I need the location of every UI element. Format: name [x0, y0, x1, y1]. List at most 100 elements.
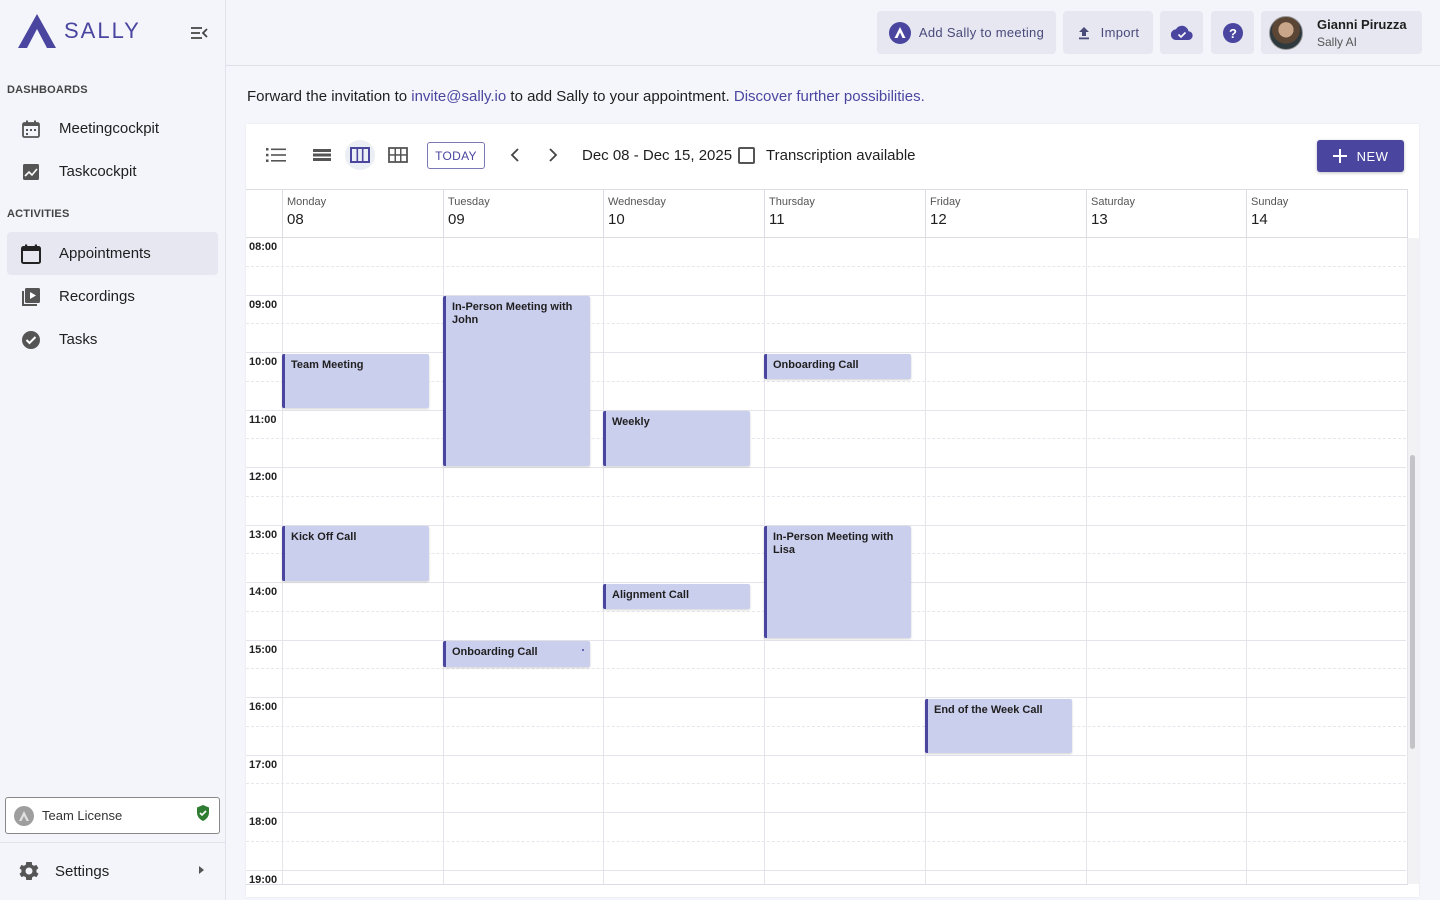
day-header-sunday[interactable]: Sunday 14	[1246, 190, 1407, 237]
hour-line	[246, 409, 1406, 411]
list-icon	[266, 148, 286, 162]
time-label: 09:00	[249, 298, 278, 311]
day-number: 08	[287, 211, 304, 228]
add-sally-to-meeting-button[interactable]: Add Sally to meeting	[877, 11, 1056, 54]
day-name: Thursday	[769, 196, 815, 208]
sidebar-item-appointments[interactable]: Appointments	[7, 232, 218, 275]
event-title: Weekly	[612, 416, 650, 428]
scrollbar-thumb[interactable]	[1410, 455, 1415, 749]
time-grid: 08:00 09:00 10:00 11:00 12:00 13:00 14:00 15:00…	[246, 238, 1408, 884]
chevron-right-icon	[196, 862, 206, 880]
event-title: Kick Off Call	[291, 531, 357, 543]
month-view-button[interactable]	[386, 143, 410, 167]
hour-line	[246, 697, 1406, 698]
sidebar-item-label: Recordings	[59, 288, 135, 305]
event-title: In-Person Meeting with John	[452, 301, 573, 326]
event-title: Alignment Call	[612, 588, 690, 601]
day-header-monday[interactable]: Monday 08	[282, 190, 443, 237]
hint-prefix: Forward the invitation to	[247, 88, 412, 105]
transcription-label[interactable]: Transcription available	[766, 147, 916, 164]
sally-logo-icon	[18, 14, 56, 48]
invite-email-link[interactable]: invite@sally.io	[411, 88, 506, 105]
help-button[interactable]: ?	[1211, 11, 1254, 54]
check-circle-icon	[19, 328, 43, 352]
time-label: 17:00	[249, 758, 278, 771]
time-label: 13:00	[249, 528, 278, 541]
event-title: Team Meeting	[291, 358, 364, 371]
day-name: Wednesday	[608, 196, 666, 208]
license-avatar	[14, 805, 34, 826]
team-license-selector[interactable]: Team License	[5, 797, 220, 834]
day-header-thursday[interactable]: Thursday 11	[764, 190, 925, 237]
sidebar-item-label: Tasks	[59, 331, 98, 348]
hour-line	[246, 294, 1406, 296]
appointment-event[interactable]: Onboarding Call	[443, 641, 590, 667]
day-header-friday[interactable]: Friday 12	[925, 190, 1086, 237]
sidebar-item-settings[interactable]: Settings	[7, 852, 218, 890]
day-header-end-border	[1407, 190, 1412, 237]
discover-possibilities-link[interactable]: Discover further possibilities.	[734, 88, 925, 105]
day-number: 12	[930, 211, 947, 228]
appointment-event[interactable]: Weekly	[603, 411, 750, 466]
new-appointment-button[interactable]: NEW	[1317, 140, 1404, 172]
day-number: 11	[769, 211, 785, 228]
month-view-icon	[388, 147, 408, 163]
day-view-icon	[313, 149, 331, 161]
sidebar: SALLY DASHBOARDS Meetingcockpit Taskcock…	[0, 0, 226, 900]
hour-line	[246, 467, 1406, 468]
previous-week-button[interactable]	[505, 145, 525, 165]
event-title: Onboarding Call	[773, 358, 859, 371]
upload-icon	[1078, 26, 1089, 39]
import-button[interactable]: Import	[1063, 11, 1153, 54]
user-info: Gianni Piruzza Sally AI	[1317, 17, 1407, 49]
day-header-tuesday[interactable]: Tuesday 09	[443, 190, 603, 237]
time-label: 12:00	[249, 471, 278, 483]
user-menu[interactable]: Gianni Piruzza Sally AI	[1261, 11, 1422, 54]
week-view-button[interactable]	[345, 140, 375, 170]
day-header-saturday[interactable]: Saturday 13	[1086, 190, 1246, 237]
day-name: Friday	[930, 196, 961, 208]
day-view-button[interactable]	[310, 143, 334, 167]
next-week-button[interactable]	[543, 145, 563, 165]
half-hour-line	[246, 495, 1406, 497]
sidebar-item-tasks[interactable]: Tasks	[7, 318, 218, 361]
day-header-wednesday[interactable]: Wednesday 10	[603, 190, 764, 237]
menu-collapse-icon	[191, 27, 208, 39]
event-title: In-Person Meeting with Lisa	[773, 531, 894, 556]
calendar-icon	[19, 242, 43, 266]
date-range-label: Dec 08 - Dec 15, 2025	[582, 147, 733, 164]
top-bar: Add Sally to meeting Import ? Gianni Pir…	[226, 0, 1440, 66]
hint-middle: to add Sally to your appointment.	[506, 88, 734, 105]
cloud-sync-button[interactable]	[1160, 11, 1203, 54]
today-button[interactable]: TODAY	[427, 142, 485, 169]
day-name: Tuesday	[448, 196, 490, 208]
appointment-event[interactable]: Team Meeting	[282, 353, 429, 408]
time-label: 15:00	[249, 643, 278, 656]
list-view-button[interactable]	[264, 143, 288, 167]
appointment-event[interactable]: In-Person Meeting with Lisa	[764, 526, 911, 638]
sidebar-item-taskcockpit[interactable]: Taskcockpit	[7, 150, 218, 193]
plus-icon	[1332, 149, 1347, 163]
forward-invitation-hint: Forward the invitation to invite@sally.i…	[247, 88, 925, 105]
day-column-divider	[925, 238, 926, 884]
appointment-event[interactable]: End of the Week Call	[925, 698, 1072, 753]
appointment-event[interactable]: Onboarding Call	[764, 353, 911, 380]
sidebar-item-recordings[interactable]: Recordings	[7, 275, 218, 318]
help-icon: ?	[1222, 22, 1243, 43]
user-name: Gianni Piruzza	[1317, 16, 1407, 32]
appointment-event[interactable]: In-Person Meeting with John	[443, 296, 590, 466]
half-hour-line	[246, 725, 1406, 727]
collapse-sidebar-button[interactable]	[188, 22, 210, 44]
half-hour-line	[246, 323, 1406, 325]
sally-logo-icon	[888, 21, 911, 44]
section-dashboards: DASHBOARDS	[7, 84, 88, 96]
transcription-checkbox[interactable]	[738, 147, 755, 164]
day-name: Sunday	[1251, 196, 1289, 208]
day-number: 14	[1251, 211, 1268, 228]
chevron-left-icon	[510, 148, 519, 162]
sally-logo[interactable]: SALLY	[16, 12, 141, 50]
time-label: 14:00	[249, 586, 278, 598]
sidebar-item-meetingcockpit[interactable]: Meetingcockpit	[7, 107, 218, 150]
appointment-event[interactable]: Alignment Call	[603, 583, 750, 610]
appointment-event[interactable]: Kick Off Call	[282, 526, 429, 581]
